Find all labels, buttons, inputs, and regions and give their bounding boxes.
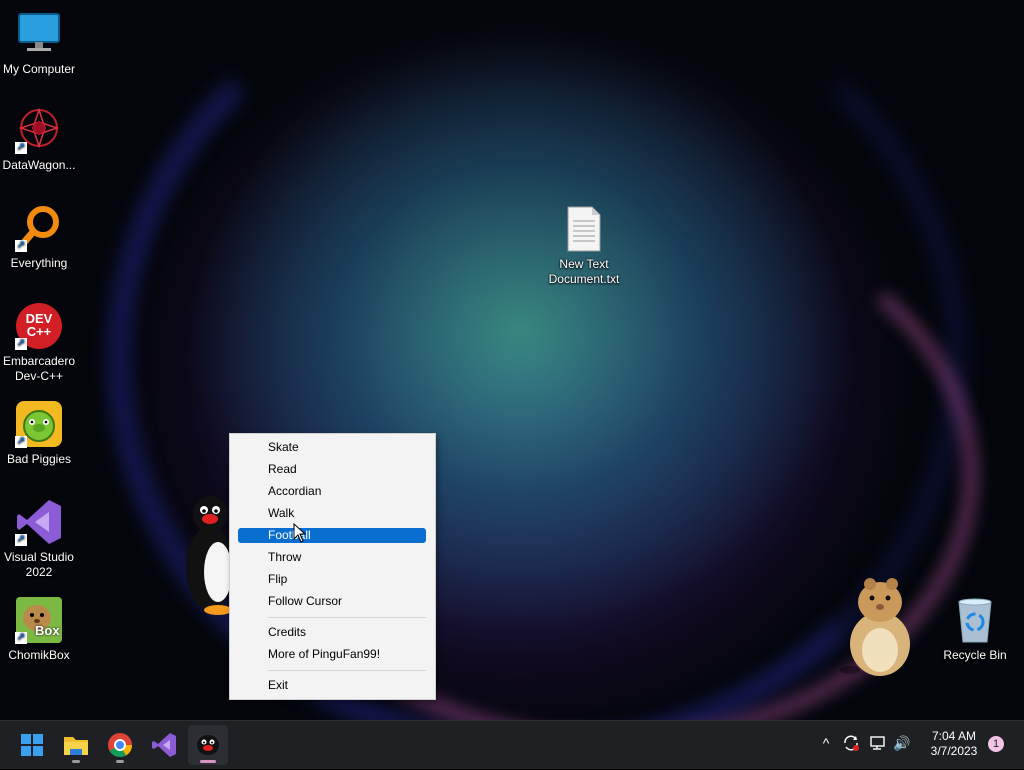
devcpp-glyph-text: DEV C++ <box>25 311 53 339</box>
visual-studio-icon: ↗ <box>15 498 63 546</box>
running-indicator <box>200 760 216 763</box>
taskbar-clock[interactable]: 7:04 AM 3/7/2023 <box>920 729 988 759</box>
shortcut-arrow-icon: ↗ <box>15 338 27 350</box>
desktop-icon-label: My Computer <box>2 62 76 76</box>
desktop-icon-label: DataWagon... <box>2 158 76 172</box>
desktop-icon-datawagon[interactable]: ↗ DataWagon... <box>0 106 78 173</box>
menu-item-exit[interactable]: Exit <box>238 678 426 693</box>
menu-item-follow-cursor[interactable]: Follow Cursor <box>238 594 426 609</box>
hamster-pet[interactable] <box>836 574 920 678</box>
clock-date: 3/7/2023 <box>930 744 978 758</box>
tray-network-icon[interactable] <box>869 734 887 752</box>
pingu-icon <box>197 735 219 755</box>
bad-piggies-icon: ↗ <box>15 400 63 448</box>
menu-item-credits[interactable]: Credits <box>238 625 426 640</box>
shortcut-arrow-icon: ↗ <box>15 240 27 252</box>
shortcut-arrow-icon: ↗ <box>15 142 27 154</box>
desktop-icon-visual-studio[interactable]: ↗ Visual Studio 2022 <box>0 498 78 580</box>
file-explorer-icon <box>64 737 88 755</box>
desktop-icon-label: Bad Piggies <box>6 452 72 466</box>
running-indicator <box>116 760 124 763</box>
pingu-context-menu: Skate Read Accordian Walk Football Throw… <box>229 433 436 700</box>
desktop-icon-everything[interactable]: ↗ Everything <box>0 204 78 271</box>
desktop-icon-label: New Text Document.txt <box>548 257 620 286</box>
visual-studio-icon <box>152 733 176 757</box>
menu-item-read[interactable]: Read <box>238 462 426 477</box>
taskbar-file-explorer[interactable] <box>56 725 96 765</box>
shortcut-arrow-icon: ↗ <box>15 436 27 448</box>
taskbar-pingu[interactable] <box>188 725 228 765</box>
desktop-icon-label: Recycle Bin <box>943 648 1007 662</box>
start-icon <box>21 734 43 756</box>
desktop-icon-label: ChomikBox <box>8 648 70 662</box>
desktop-icon-label: Everything <box>10 256 68 270</box>
menu-item-walk[interactable]: Walk <box>238 506 426 521</box>
pingu-pet[interactable] <box>184 494 234 616</box>
desktop-icon-label: Visual Studio 2022 <box>4 550 74 579</box>
menu-item-more-of-pingufan99[interactable]: More of PinguFan99! <box>238 647 426 662</box>
menu-item-flip[interactable]: Flip <box>238 572 426 587</box>
chomikbox-glyph-text: Box <box>35 623 60 638</box>
desktop-icon-new-text-document[interactable]: New Text Document.txt <box>545 205 623 287</box>
menu-separator <box>268 670 426 671</box>
menu-item-throw[interactable]: Throw <box>238 550 426 565</box>
tray-overflow-chevron-icon[interactable]: ^ <box>817 734 835 752</box>
shortcut-arrow-icon: ↗ <box>15 632 27 644</box>
taskbar-chrome[interactable] <box>100 725 140 765</box>
monitor-icon <box>15 10 63 58</box>
taskbar-visual-studio[interactable] <box>144 725 184 765</box>
desktop[interactable]: My Computer ↗ DataWagon... ↗ Everything <box>0 0 1024 720</box>
text-document-icon <box>560 205 608 253</box>
shortcut-arrow-icon: ↗ <box>15 534 27 546</box>
recycle-bin-icon <box>951 596 999 644</box>
tray-sync-icon[interactable] <box>842 734 860 752</box>
menu-item-skate[interactable]: Skate <box>238 440 426 455</box>
clock-time: 7:04 AM <box>931 729 977 743</box>
menu-item-accordian[interactable]: Accordian <box>238 484 426 499</box>
devcpp-icon: DEV C++ ↗ <box>15 302 63 350</box>
desktop-icon-bad-piggies[interactable]: ↗ Bad Piggies <box>0 400 78 467</box>
desktop-icon-chomikbox[interactable]: Box ↗ ChomikBox <box>0 596 78 663</box>
chomikbox-icon: Box ↗ <box>15 596 63 644</box>
menu-item-football[interactable]: Football <box>238 528 426 543</box>
desktop-icon-devcpp[interactable]: DEV C++ ↗ Embarcadero Dev-C++ <box>0 302 78 384</box>
tray-volume-icon[interactable]: 🔊 <box>893 734 911 752</box>
notification-badge[interactable]: 1 <box>988 736 1004 752</box>
chrome-icon <box>108 733 132 758</box>
desktop-icon-recycle-bin[interactable]: Recycle Bin <box>936 596 1014 663</box>
datawagon-icon: ↗ <box>15 106 63 154</box>
everything-search-icon: ↗ <box>15 204 63 252</box>
mouse-cursor-icon <box>293 522 307 543</box>
desktop-icon-label: Embarcadero Dev-C++ <box>2 354 76 383</box>
desktop-icon-my-computer[interactable]: My Computer <box>0 10 78 77</box>
running-indicator <box>72 760 80 763</box>
start-button[interactable] <box>12 725 52 765</box>
menu-separator <box>268 617 426 618</box>
